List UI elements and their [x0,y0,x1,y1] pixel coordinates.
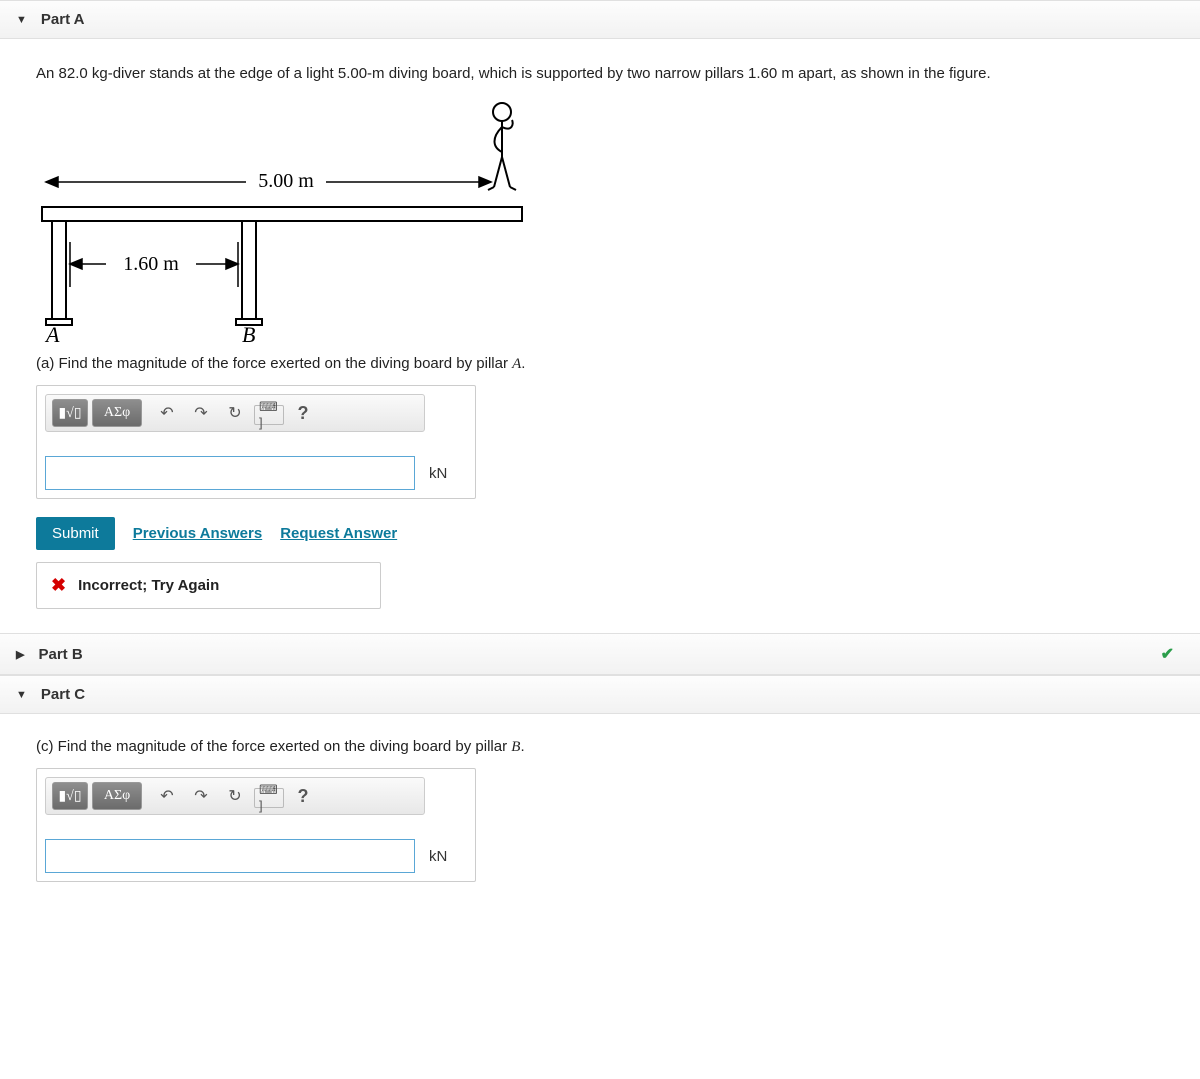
request-answer-link[interactable]: Request Answer [280,525,397,542]
part-c-header[interactable]: ▼ Part C [0,675,1200,714]
undo-icon[interactable]: ↶ [152,400,182,426]
part-b-header[interactable]: ▶ Part B ✔ [0,633,1200,675]
keyboard-icon[interactable]: ⌨ ] [254,788,284,808]
templates-button[interactable]: ▮√▯ [52,399,88,427]
redo-icon[interactable]: ↷ [186,783,216,809]
part-a-question: An 82.0 kg-diver stands at the edge of a… [36,65,1164,82]
part-c-prompt: (c) Find the magnitude of the force exer… [36,738,1164,756]
part-a-prompt: (a) Find the magnitude of the force exer… [36,355,1164,373]
part-b-title: Part B [38,646,82,663]
feedback-message: Incorrect; Try Again [78,577,219,594]
part-a-content: An 82.0 kg-diver stands at the edge of a… [0,39,1200,633]
part-a-answer-input[interactable] [45,456,415,490]
part-a-feedback: ✖ Incorrect; Try Again [36,562,381,609]
help-icon[interactable]: ? [288,783,318,809]
part-a-title: Part A [41,11,85,28]
reset-icon[interactable]: ↻ [220,783,250,809]
figure-top-label: 5.00 m [258,170,314,192]
part-c-answer-box: ▮√▯ ΑΣφ ↶ ↷ ↻ ⌨ ] ? kN [36,768,476,882]
collapse-icon: ▼ [16,14,27,26]
figure-pillar-a-label: A [44,322,60,342]
part-a-unit: kN [425,465,447,482]
submit-button[interactable]: Submit [36,517,115,550]
help-icon[interactable]: ? [288,400,318,426]
part-c-content: (c) Find the magnitude of the force exer… [0,714,1200,906]
collapse-icon: ▼ [16,689,27,701]
expand-icon: ▶ [16,648,24,661]
greek-button[interactable]: ΑΣφ [92,399,142,427]
incorrect-icon: ✖ [51,575,66,596]
undo-icon[interactable]: ↶ [152,783,182,809]
part-a-header[interactable]: ▼ Part A [0,0,1200,39]
greek-button[interactable]: ΑΣφ [92,782,142,810]
part-c-unit: kN [425,848,447,865]
redo-icon[interactable]: ↷ [186,400,216,426]
part-a-toolbar: ▮√▯ ΑΣφ ↶ ↷ ↻ ⌨ ] ? [45,394,425,432]
figure-bottom-label: 1.60 m [123,253,179,275]
part-c-answer-input[interactable] [45,839,415,873]
previous-answers-link[interactable]: Previous Answers [133,525,263,542]
part-c-toolbar: ▮√▯ ΑΣφ ↶ ↷ ↻ ⌨ ] ? [45,777,425,815]
diving-board-figure: 5.00 m 1.60 m A B [36,92,1164,345]
check-icon: ✔ [1161,644,1184,664]
part-c-title: Part C [41,686,85,703]
figure-pillar-b-label: B [242,322,255,342]
keyboard-icon[interactable]: ⌨ ] [254,405,284,425]
reset-icon[interactable]: ↻ [220,400,250,426]
part-a-answer-box: ▮√▯ ΑΣφ ↶ ↷ ↻ ⌨ ] ? kN [36,385,476,499]
templates-button[interactable]: ▮√▯ [52,782,88,810]
part-a-actions: Submit Previous Answers Request Answer [36,517,1164,550]
